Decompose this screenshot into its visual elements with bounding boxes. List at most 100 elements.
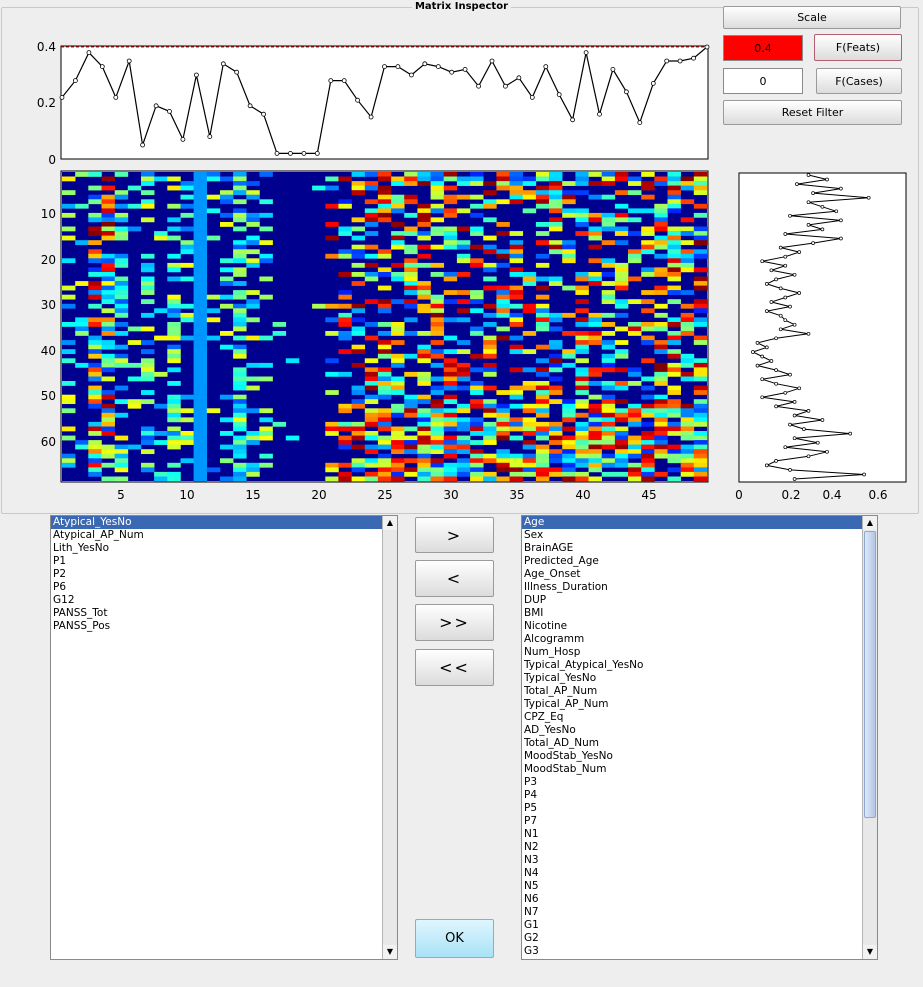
selected-variable-item[interactable]: G3 <box>522 945 877 958</box>
heatmap-cell <box>88 231 102 236</box>
selected-variable-item[interactable]: N2 <box>522 841 877 854</box>
heatmap-cell <box>141 253 155 259</box>
selected-variable-item[interactable]: BMI <box>522 607 877 620</box>
selected-variable-item[interactable]: N6 <box>522 893 877 906</box>
selected-variable-item[interactable]: G1 <box>522 919 877 932</box>
available-variable-item[interactable]: P2 <box>51 568 397 581</box>
selected-variable-item[interactable]: MoodStab_Num <box>522 763 877 776</box>
scale-button[interactable]: Scale <box>723 6 901 29</box>
heatmap-cell <box>443 385 458 391</box>
selected-variable-item[interactable]: Alcogramm <box>522 633 877 646</box>
selected-variable-item[interactable]: N5 <box>522 880 877 893</box>
selected-variable-item[interactable]: Age <box>522 516 877 529</box>
selected-variable-item[interactable]: Predicted_Age <box>522 555 877 568</box>
ok-button[interactable]: OK <box>415 919 494 958</box>
available-variable-item[interactable]: Atypical_AP_Num <box>51 529 397 542</box>
selected-variable-item[interactable]: DUP <box>522 594 877 607</box>
heatmap-cell <box>193 462 208 468</box>
left-list-scrollbar[interactable]: ▲ ▼ <box>382 516 397 959</box>
heatmap-cell <box>628 417 642 423</box>
right-scroll-up-icon[interactable]: ▲ <box>863 516 877 530</box>
selected-variable-item[interactable]: N4 <box>522 867 877 880</box>
side-plot-point <box>760 354 765 359</box>
remove-all-button[interactable]: << <box>415 649 494 686</box>
selected-variable-item[interactable]: N1 <box>522 828 877 841</box>
selected-variable-item[interactable]: Total_AP_Num <box>522 685 877 698</box>
heatmap-cell <box>456 403 471 409</box>
selected-variable-item[interactable]: G2 <box>522 932 877 945</box>
selected-variable-item[interactable]: N7 <box>522 906 877 919</box>
add-selected-button[interactable]: > <box>415 517 494 553</box>
selected-variable-item[interactable]: Sex <box>522 529 877 542</box>
heatmap-cell <box>193 199 208 205</box>
heatmap-cell <box>193 249 208 255</box>
heatmap-cell <box>101 235 115 241</box>
remove-selected-button[interactable]: < <box>415 560 494 597</box>
selected-variable-item[interactable]: P3 <box>522 776 877 789</box>
heatmap-cell <box>167 349 181 355</box>
right-scroll-down-icon[interactable]: ▼ <box>863 945 877 959</box>
right-scroll-thumb[interactable] <box>864 531 876 818</box>
heatmap-cell <box>470 212 484 218</box>
heatmap-cell <box>693 417 708 423</box>
selected-variable-item[interactable]: Total_AD_Num <box>522 737 877 750</box>
reset-filter-button[interactable]: Reset Filter <box>723 100 902 125</box>
selected-variable-item[interactable]: MoodStab_YesNo <box>522 750 877 763</box>
heatmap-cell <box>588 435 602 441</box>
heatmap-cell <box>391 203 405 209</box>
heatmap-cell <box>654 349 668 355</box>
heatmap-cell <box>680 449 695 455</box>
heatmap-cell <box>351 244 366 250</box>
available-variable-item[interactable]: P6 <box>51 581 397 594</box>
selected-variable-item[interactable]: Age_Onset <box>522 568 877 581</box>
selected-variable-item[interactable]: Typical_Atypical_YesNo <box>522 659 877 672</box>
heatmap-cell <box>522 367 537 373</box>
filter-feats-button[interactable]: F(Feats) <box>814 34 902 61</box>
selected-variable-item[interactable]: Nicotine <box>522 620 877 633</box>
selected-variable-item[interactable]: P5 <box>522 802 877 815</box>
feats-threshold-field[interactable]: 0.4 <box>723 35 803 61</box>
heatmap-cell <box>654 181 668 186</box>
heatmap-cell <box>114 358 129 364</box>
selected-variable-item[interactable]: Typical_YesNo <box>522 672 877 685</box>
available-variable-item[interactable]: P1 <box>51 555 397 568</box>
selected-variable-item[interactable]: N3 <box>522 854 877 867</box>
heatmap-x-ticks: 5 10 15 20 25 30 35 40 45 <box>117 488 656 502</box>
heatmap-cell <box>101 258 115 264</box>
heatmap-cell <box>588 412 602 418</box>
selected-variable-item[interactable]: Num_Hosp <box>522 646 877 659</box>
heatmap-cell <box>338 349 352 355</box>
heatmap-cell <box>588 231 602 236</box>
filter-cases-button[interactable]: F(Cases) <box>816 68 902 94</box>
heatmap-cell <box>404 317 418 323</box>
selected-variable-item[interactable]: CPZ_Eq <box>522 711 877 724</box>
available-variables-items: Atypical_YesNo Atypical_AP_Num Lith_YesNo P… <box>51 516 397 633</box>
add-all-button[interactable]: >> <box>415 604 494 641</box>
available-variable-item[interactable]: Lith_YesNo <box>51 542 397 555</box>
selected-variable-item[interactable]: P7 <box>522 815 877 828</box>
heatmap-cell <box>549 203 563 209</box>
available-variables-list[interactable]: Atypical_YesNo Atypical_AP_Num Lith_YesNo P… <box>50 515 398 960</box>
selected-variables-list[interactable]: Age Sex BrainAGE Predicted_Age Age_Onset Illn… <box>521 515 878 960</box>
selected-variable-item[interactable]: AD_YesNo <box>522 724 877 737</box>
heatmap-cell <box>114 231 129 236</box>
left-scroll-down-icon[interactable]: ▼ <box>383 945 397 959</box>
selected-variable-item[interactable]: P4 <box>522 789 877 802</box>
cases-threshold-field[interactable]: 0 <box>723 68 803 94</box>
heatmap-cell <box>430 231 445 236</box>
heatmap-cell <box>233 408 247 414</box>
right-list-scrollbar[interactable]: ▲ ▼ <box>862 516 877 959</box>
available-variable-item[interactable]: PANSS_Tot <box>51 607 397 620</box>
selected-variable-item[interactable]: Illness_Duration <box>522 581 877 594</box>
heatmap-cell <box>417 467 431 473</box>
left-scroll-up-icon[interactable]: ▲ <box>383 516 397 530</box>
heatmap-cell <box>535 367 550 373</box>
heatmap-cell <box>430 299 445 305</box>
available-variable-item[interactable]: PANSS_Pos <box>51 620 397 633</box>
heatmap-cell <box>509 294 524 300</box>
heatmap-cell <box>667 244 681 250</box>
available-variable-item[interactable]: G12 <box>51 594 397 607</box>
available-variable-item[interactable]: Atypical_YesNo <box>51 516 397 529</box>
selected-variable-item[interactable]: Typical_AP_Num <box>522 698 877 711</box>
selected-variable-item[interactable]: BrainAGE <box>522 542 877 555</box>
